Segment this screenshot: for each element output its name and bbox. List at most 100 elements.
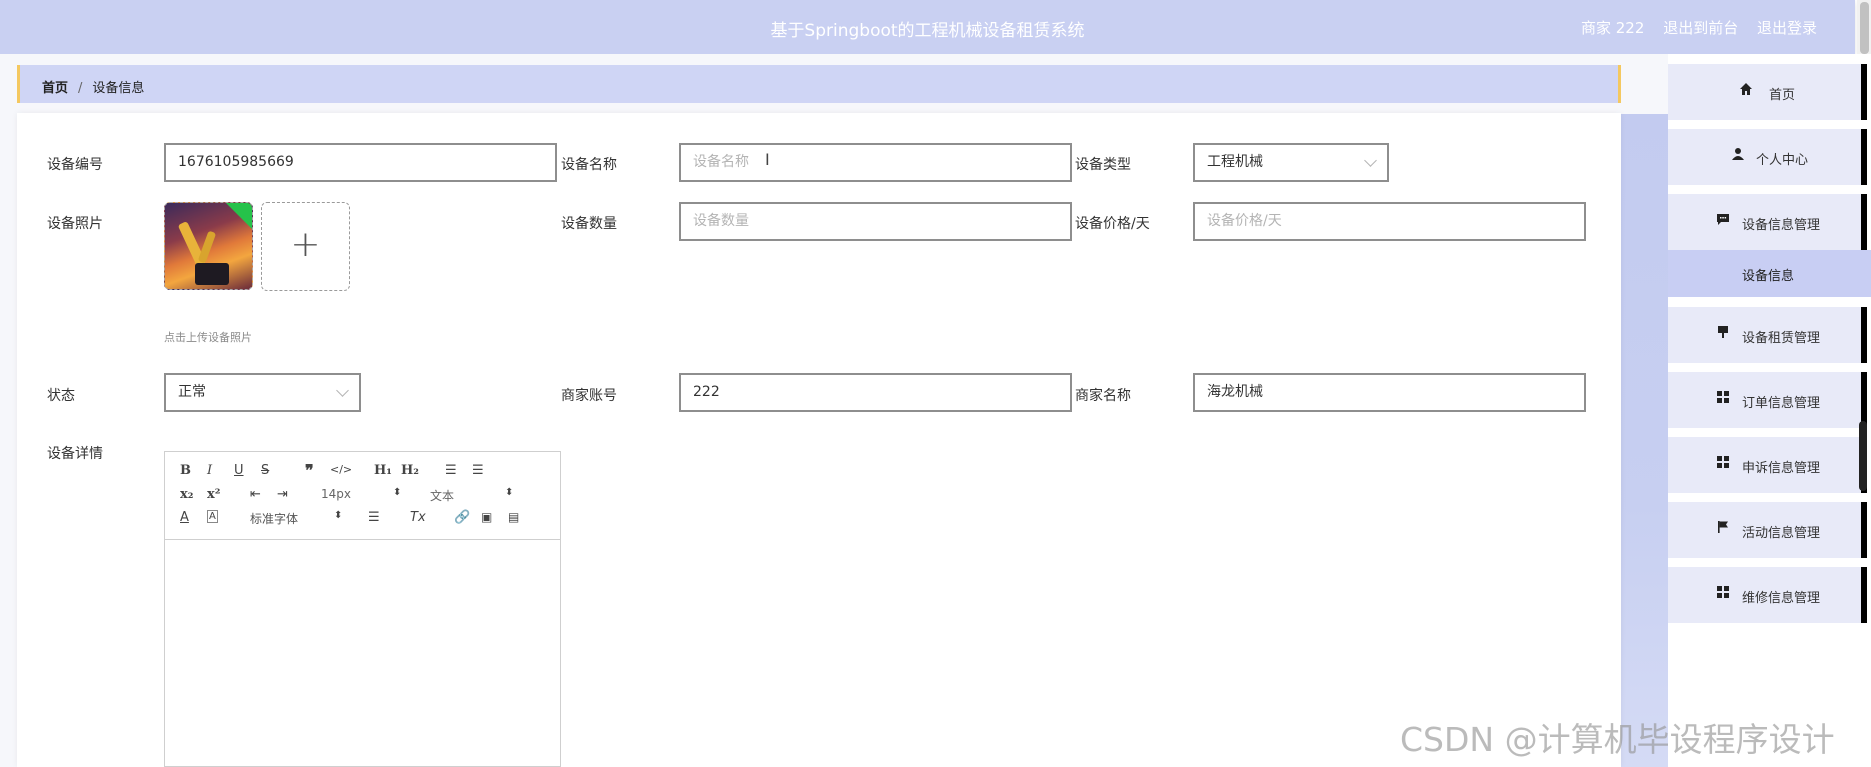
sidebar-item-edge	[1861, 567, 1867, 623]
price-label: 设备价格/天	[1075, 216, 1150, 232]
sidebar-item-maintenance[interactable]: 维修信息管理	[1668, 567, 1867, 623]
logout-link[interactable]: 退出登录	[1757, 19, 1817, 37]
header-actions: 商家 222 退出到前台 退出登录	[1581, 17, 1817, 38]
sidebar-item-home[interactable]: 首页	[1668, 64, 1867, 120]
header2-icon[interactable]: H₂	[401, 463, 419, 478]
code-input[interactable]: 1676105985669	[164, 143, 557, 182]
chevron-down-icon	[1364, 154, 1377, 167]
status-select-value: 正常	[178, 384, 206, 400]
type-select-value: 工程机械	[1207, 154, 1263, 170]
page-scrollbar-thumb[interactable]	[1860, 2, 1869, 54]
flag-icon	[1716, 520, 1730, 534]
sidebar-item-label: 个人中心	[1756, 153, 1809, 168]
chevron-updown-icon: ⬍	[505, 487, 514, 498]
blockquote-icon[interactable]: ❞	[305, 461, 314, 480]
sidebar-item-edge	[1861, 64, 1867, 120]
sidebar-item-complaints[interactable]: 申诉信息管理	[1668, 437, 1867, 493]
editor-content-area[interactable]	[165, 541, 560, 767]
grid-icon	[1716, 455, 1730, 469]
code-label: 设备编号	[47, 157, 103, 173]
link-icon[interactable]: 🔗	[454, 510, 470, 525]
background-color-icon[interactable]: A	[207, 510, 218, 523]
image-icon[interactable]: ▣	[481, 510, 492, 524]
header1-icon[interactable]: H₁	[374, 463, 392, 478]
type-select[interactable]: 工程机械	[1193, 143, 1389, 182]
status-select[interactable]: 正常	[164, 373, 361, 412]
strike-icon[interactable]: S	[261, 463, 269, 478]
sidebar-item-equipment-rental[interactable]: 设备租赁管理	[1668, 307, 1867, 363]
sidebar-item-equipment-info[interactable]: 设备信息管理	[1668, 194, 1867, 250]
sidebar-subitem-equipment[interactable]: 设备信息	[1668, 250, 1871, 297]
chat-icon	[1716, 212, 1730, 226]
font-family-select[interactable]: 标准字体	[250, 510, 298, 527]
rich-text-editor: B I U S ❞ </> H₁ H₂ ☰ ☰ x₂ x² ⇤ ⇥ 14px ⬍…	[164, 451, 561, 767]
breadcrumb-home[interactable]: 首页	[42, 81, 68, 96]
video-icon[interactable]: ▤	[508, 510, 519, 524]
sidebar-item-label: 活动信息管理	[1742, 526, 1821, 541]
merchant-name-input[interactable]: 海龙机械	[1193, 373, 1586, 412]
chevron-updown-icon: ⬍	[393, 487, 402, 498]
photo-label: 设备照片	[47, 216, 103, 232]
superscript-icon[interactable]: x²	[207, 487, 220, 502]
sidebar-item-label: 维修信息管理	[1742, 591, 1821, 606]
status-label: 状态	[47, 388, 75, 404]
chevron-updown-icon: ⬍	[334, 510, 343, 521]
sidebar-item-label: 申诉信息管理	[1742, 461, 1821, 476]
merchant-account-input[interactable]: 222	[679, 373, 1072, 412]
indent-icon[interactable]: ⇥	[277, 487, 288, 502]
sidebar-item-profile[interactable]: 个人中心	[1668, 129, 1867, 185]
outdent-icon[interactable]: ⇤	[250, 487, 261, 502]
brush-icon	[1716, 325, 1730, 339]
plus-icon: +	[290, 224, 321, 265]
sidebar-item-label: 设备租赁管理	[1742, 331, 1821, 346]
clear-format-icon[interactable]: Tx	[410, 510, 426, 525]
sidebar-item-edge	[1861, 194, 1867, 250]
app-title: 基于Springboot的工程机械设备租赁系统	[770, 21, 1085, 41]
name-input[interactable]: 设备名称	[679, 143, 1072, 182]
header-select[interactable]: 文本	[430, 487, 454, 504]
breadcrumb-separator: /	[78, 81, 83, 96]
excavator-boom-shape	[197, 230, 217, 264]
breadcrumb: 首页 / 设备信息	[17, 65, 1621, 103]
font-size-select[interactable]: 14px	[321, 487, 351, 501]
sidebar-item-edge	[1861, 129, 1867, 185]
bullet-list-icon[interactable]: ☰	[472, 463, 484, 478]
sidebar-item-orders[interactable]: 订单信息管理	[1668, 372, 1867, 428]
grid-icon	[1716, 390, 1730, 404]
detail-label: 设备详情	[47, 446, 103, 462]
italic-icon[interactable]: I	[207, 463, 212, 478]
merchant-account-label: 商家账号	[561, 388, 617, 404]
user-icon	[1731, 147, 1745, 161]
thumbnail-corner-mark	[226, 203, 252, 229]
chevron-down-icon	[336, 384, 349, 397]
exit-to-front-link[interactable]: 退出到前台	[1663, 19, 1738, 37]
grid-icon	[1716, 585, 1730, 599]
equipment-photo-thumbnail[interactable]	[164, 202, 253, 290]
sidebar-item-label: 订单信息管理	[1742, 396, 1821, 411]
code-block-icon[interactable]: </>	[330, 463, 352, 476]
sidebar-item-edge	[1861, 307, 1867, 363]
bold-icon[interactable]: B	[180, 463, 191, 478]
qty-input[interactable]: 设备数量	[679, 202, 1072, 241]
font-color-icon[interactable]: A	[180, 510, 189, 525]
text-cursor-icon: I	[765, 150, 770, 169]
merchant-name-label: 商家名称	[1075, 388, 1131, 404]
price-input[interactable]: 设备价格/天	[1193, 202, 1586, 241]
align-icon[interactable]: ☰	[368, 510, 380, 525]
photo-upload-button[interactable]: +	[261, 202, 350, 291]
type-label: 设备类型	[1075, 157, 1131, 173]
sidebar-item-activities[interactable]: 活动信息管理	[1668, 502, 1867, 558]
underline-icon[interactable]: U	[234, 463, 244, 478]
sidebar-item-edge	[1861, 502, 1867, 558]
subscript-icon[interactable]: x₂	[180, 487, 193, 502]
sidebar-scrollbar[interactable]	[1859, 421, 1867, 491]
excavator-body-shape	[195, 263, 229, 285]
qty-label: 设备数量	[561, 216, 617, 232]
editor-toolbar: B I U S ❞ </> H₁ H₂ ☰ ☰ x₂ x² ⇤ ⇥ 14px ⬍…	[165, 452, 560, 540]
home-icon	[1739, 82, 1753, 96]
sidebar-item-edge	[1861, 372, 1867, 428]
breadcrumb-current: 设备信息	[92, 81, 145, 96]
photo-upload-hint: 点击上传设备照片	[164, 331, 252, 344]
sidebar-item-label: 首页	[1769, 88, 1796, 103]
ordered-list-icon[interactable]: ☰	[445, 463, 457, 478]
